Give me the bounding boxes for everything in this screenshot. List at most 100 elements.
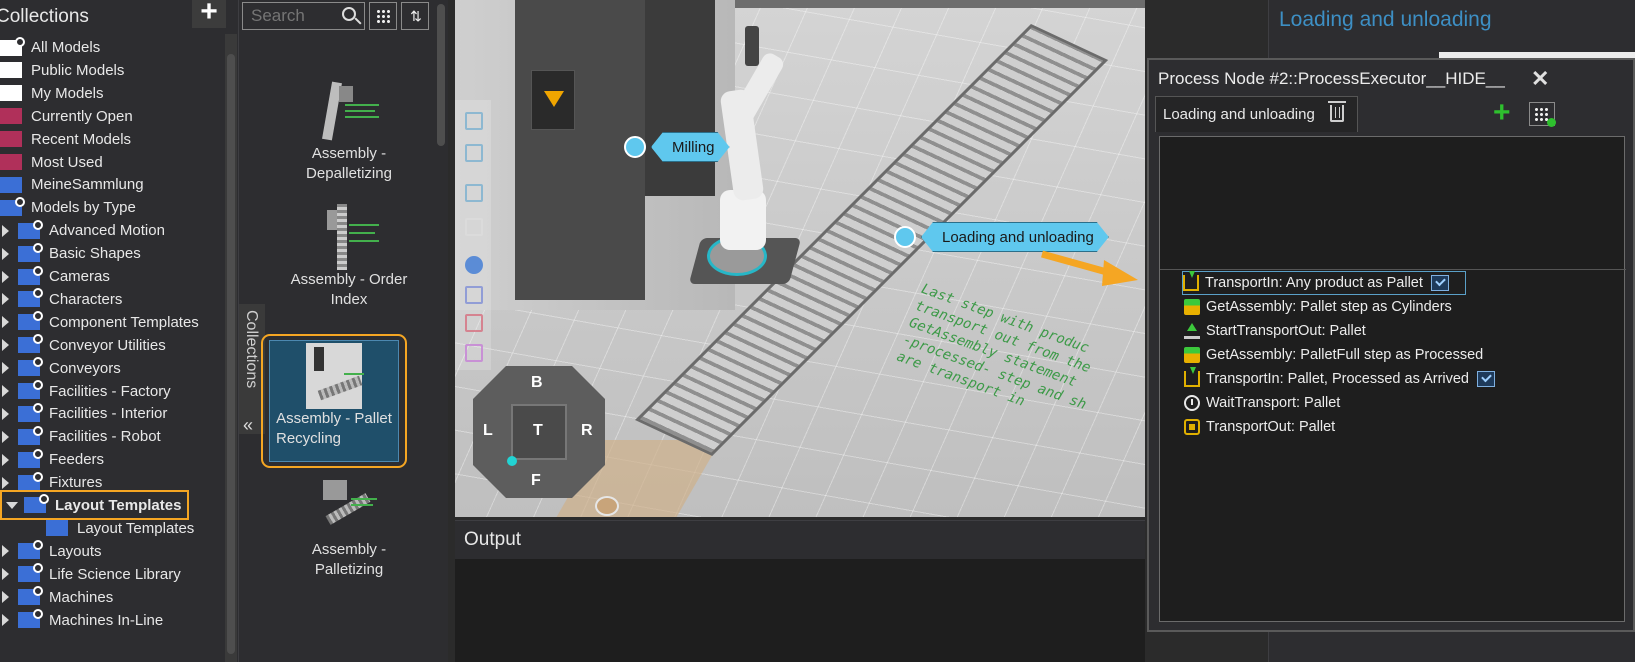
navcube-left[interactable]: L (483, 422, 493, 440)
collapse-icon[interactable]: « (243, 416, 253, 434)
checkbox-icon[interactable] (1477, 371, 1495, 387)
scrollbar-thumb[interactable] (437, 4, 445, 146)
model-item-palletizing[interactable]: Assembly - Palletizing (269, 474, 429, 580)
navcube-front[interactable]: F (531, 472, 541, 490)
checkbox-icon[interactable] (1430, 275, 1449, 291)
tree-item[interactable]: Cameras (0, 265, 110, 288)
tree-item[interactable]: Layout Templates (46, 517, 194, 540)
view-toolbar (455, 100, 491, 370)
chevron-right-icon[interactable] (2, 476, 10, 489)
fit-view-icon[interactable] (465, 112, 483, 130)
tree-item[interactable]: Facilities - Interior (0, 402, 167, 425)
tree-item[interactable]: Machines In-Line (0, 609, 163, 632)
sort-button[interactable]: ⇅ (401, 2, 429, 30)
tree-item[interactable]: Recent Models (0, 128, 131, 151)
tree-item[interactable]: Currently Open (0, 105, 133, 128)
gear-icon (33, 219, 43, 230)
chevron-right-icon[interactable] (2, 568, 10, 581)
model-label: Assembly - (311, 541, 387, 558)
statement-row[interactable]: GetAssembly: Pallet step as Cylinders (1184, 295, 1452, 319)
search-icon[interactable] (342, 7, 356, 21)
statement-row[interactable]: GetAssembly: PalletFull step as Processe… (1184, 343, 1483, 367)
close-icon[interactable]: ✕ (1531, 66, 1549, 92)
statement-row[interactable]: TransportIn: Any product as Pallet (1182, 271, 1466, 295)
chevron-right-icon[interactable] (2, 316, 10, 329)
tree-item[interactable]: Most Used (0, 151, 103, 174)
chevron-right-icon[interactable] (2, 407, 10, 420)
model-thumbnail (319, 204, 379, 270)
statement-row[interactable]: WaitTransport: Pallet (1184, 391, 1340, 415)
chevron-right-icon[interactable] (2, 385, 10, 397)
chevron-right-icon[interactable] (2, 545, 10, 558)
chevron-right-icon[interactable] (2, 270, 10, 283)
tree-item[interactable]: MeineSammlung (0, 173, 144, 196)
search-input[interactable] (243, 3, 339, 29)
tree-item[interactable]: Advanced Motion (0, 219, 165, 242)
fill-view-icon[interactable] (465, 144, 483, 162)
tree-item-label: Conveyor Utilities (49, 336, 166, 354)
routine-editor[interactable]: TransportIn: Any product as Pallet GetAss… (1159, 136, 1626, 622)
tree-scrollbar[interactable] (225, 34, 237, 662)
chevron-right-icon[interactable] (2, 591, 10, 604)
axis-icon[interactable] (465, 286, 483, 304)
milling-label[interactable]: Milling (651, 132, 730, 162)
chevron-right-icon[interactable] (2, 362, 10, 375)
milling-node-dot[interactable] (624, 136, 646, 158)
render-mode-icon[interactable] (465, 256, 483, 274)
tree-item[interactable]: Component Templates (0, 311, 199, 334)
tree-item[interactable]: All Models (0, 36, 100, 59)
folder-icon (18, 380, 43, 399)
gear-icon (33, 402, 43, 413)
model-item-pallet-recycling[interactable]: Assembly - Pallet Recycling (261, 334, 407, 468)
navcube-right[interactable]: R (581, 422, 593, 440)
statement-row[interactable]: TransportOut: Pallet (1184, 415, 1335, 439)
scrollbar-thumb[interactable] (227, 54, 235, 654)
box-view-icon[interactable] (465, 218, 483, 236)
chevron-right-icon[interactable] (2, 339, 10, 352)
models-scrollbar[interactable] (435, 0, 447, 662)
search-box[interactable] (242, 2, 365, 30)
display-options-icon[interactable] (465, 344, 483, 362)
tree-item[interactable]: Layout Templates (0, 490, 190, 520)
statement-row[interactable]: TransportIn: Pallet, Processed as Arrive… (1184, 367, 1495, 391)
tree-item[interactable]: Conveyor Utilities (0, 334, 166, 357)
layout-view-icon[interactable] (465, 184, 483, 202)
chevron-right-icon[interactable] (2, 614, 10, 626)
tree-item-label: Component Templates (49, 313, 199, 331)
statement-row[interactable]: StartTransportOut: Pallet (1184, 319, 1366, 343)
chevron-right-icon[interactable] (2, 293, 10, 306)
tree-item[interactable]: Models by Type (0, 196, 136, 219)
tree-item[interactable]: Facilities - Factory (0, 380, 171, 403)
tree-item[interactable]: Facilities - Robot (0, 425, 161, 448)
tree-item[interactable]: Conveyors (0, 357, 121, 380)
model-item-order-index[interactable]: Assembly - Order Index (269, 204, 429, 310)
snap-axis-icon[interactable] (465, 314, 483, 332)
tree-item[interactable]: Life Science Library (0, 563, 181, 586)
trash-icon[interactable] (1328, 101, 1346, 122)
navcube-back[interactable]: B (531, 374, 543, 392)
chevron-right-icon[interactable] (2, 247, 10, 260)
3d-viewport[interactable]: Last step with produc transport out from… (455, 0, 1145, 517)
tree-item[interactable]: Public Models (0, 59, 124, 82)
tree-item[interactable]: Feeders (0, 448, 104, 471)
tree-item[interactable]: Machines (0, 586, 113, 609)
tree-item[interactable]: Basic Shapes (0, 242, 141, 265)
navigation-cube[interactable]: B L T R F (473, 366, 605, 498)
chevron-right-icon[interactable] (2, 453, 10, 466)
model-item-depalletizing[interactable]: Assembly - Depalletizing (269, 78, 429, 184)
statement-text: TransportIn: Any product as Pallet (1205, 275, 1423, 291)
loading-node-dot[interactable] (894, 226, 916, 248)
tree-item[interactable]: Layouts (0, 540, 102, 563)
folder-icon (18, 242, 43, 262)
add-collection-button[interactable]: + (192, 0, 226, 28)
add-routine-button[interactable]: + (1493, 98, 1511, 128)
navcube-top[interactable]: T (533, 422, 543, 440)
chevron-right-icon[interactable] (2, 430, 10, 443)
grid-view-button[interactable] (369, 2, 397, 30)
tree-item[interactable]: My Models (0, 82, 104, 105)
chevron-down-icon[interactable] (6, 501, 18, 509)
tree-item[interactable]: Characters (0, 288, 122, 311)
chevron-right-icon[interactable] (2, 224, 10, 237)
tab-loading-and-unloading[interactable]: Loading and unloading (1155, 96, 1358, 132)
statement-menu-button[interactable] (1529, 102, 1556, 127)
